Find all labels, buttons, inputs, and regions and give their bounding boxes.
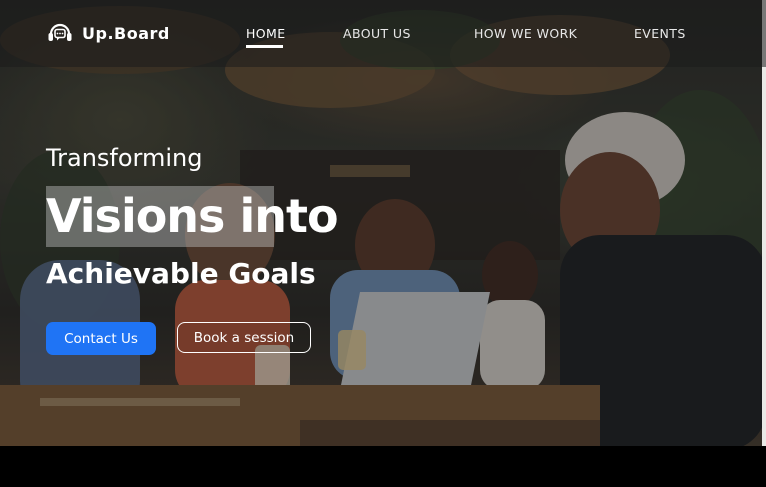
hero-heading-line2: Achievable Goals: [46, 257, 316, 290]
nav-item-how-we-work[interactable]: HOW WE WORK: [474, 26, 577, 41]
nav-item-events[interactable]: EVENTS: [634, 26, 686, 41]
nav-item-about-us[interactable]: ABOUT US: [343, 26, 411, 41]
nav-item-home[interactable]: HOME: [246, 26, 286, 41]
nav-active-underline: [246, 45, 283, 48]
contact-us-button[interactable]: Contact Us: [46, 322, 156, 355]
hero-heading-wrap: Visions into: [46, 186, 339, 247]
brand-logo[interactable]: Up.Board: [46, 19, 170, 47]
hero-subheading: Transforming: [46, 144, 203, 172]
hero-heading: Visions into: [46, 189, 339, 243]
book-session-button[interactable]: Book a session: [177, 322, 311, 353]
top-navbar: Up.Board HOME ABOUT US HOW WE WORK EVENT…: [0, 0, 766, 67]
headset-chat-icon: [46, 19, 74, 47]
brand-name: Up.Board: [82, 23, 170, 43]
bottom-band: [0, 446, 766, 487]
page: Up.Board HOME ABOUT US HOW WE WORK EVENT…: [0, 0, 766, 487]
